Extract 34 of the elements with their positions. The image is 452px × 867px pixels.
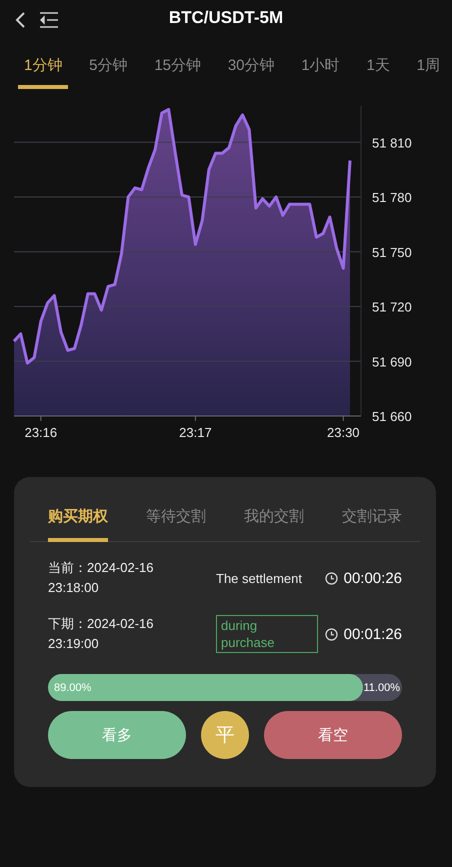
buy-down-button[interactable]: 看空 xyxy=(264,711,402,759)
interval-tab[interactable]: 1天 xyxy=(360,52,396,89)
period-time: 当前：2024-02-16 23:18:00 xyxy=(48,559,154,597)
menu-icon[interactable] xyxy=(40,12,58,28)
axis-label: 51 660 xyxy=(372,409,412,424)
interval-tab[interactable]: 1分钟 xyxy=(18,52,68,89)
interval-tab[interactable]: 5分钟 xyxy=(83,52,134,89)
axis-label: 23:17 xyxy=(179,425,212,440)
axis-label: 51 810 xyxy=(372,135,412,150)
axis-label: 51 690 xyxy=(372,354,412,370)
axis-label: 23:30 xyxy=(327,425,360,440)
status-text: The settlement xyxy=(216,570,302,586)
axis-label: 51 750 xyxy=(372,244,412,260)
interval-tab[interactable]: 1周 xyxy=(410,52,446,89)
countdown: 00:00:26 xyxy=(344,570,402,586)
short-percent: 11.00% xyxy=(362,682,401,694)
page-title: BTC/USDT-5M xyxy=(168,8,284,28)
back-icon[interactable] xyxy=(14,11,26,29)
interval-tab[interactable]: 1小时 xyxy=(295,52,346,89)
axis-label: 51 780 xyxy=(372,190,412,205)
axis-label: 23:16 xyxy=(24,425,58,440)
panel-tab[interactable]: 等待交割 xyxy=(146,495,206,542)
status-tag: during purchase xyxy=(216,615,318,653)
panel-tab[interactable]: 我的交割 xyxy=(244,495,304,542)
interval-tab[interactable]: 15分钟 xyxy=(148,52,207,89)
axis-label: 51 720 xyxy=(372,300,412,314)
period-time: 下期：2024-02-16 23:19:00 xyxy=(48,615,154,653)
long-percent: 89.00% xyxy=(53,682,92,694)
clock-icon xyxy=(324,628,338,640)
clock-icon xyxy=(324,572,338,584)
interval-tab[interactable]: 30分钟 xyxy=(222,52,280,89)
panel-tab[interactable]: 交割记录 xyxy=(342,495,402,542)
panel-tab[interactable]: 购买期权 xyxy=(48,495,108,542)
countdown: 00:01:26 xyxy=(344,626,402,642)
